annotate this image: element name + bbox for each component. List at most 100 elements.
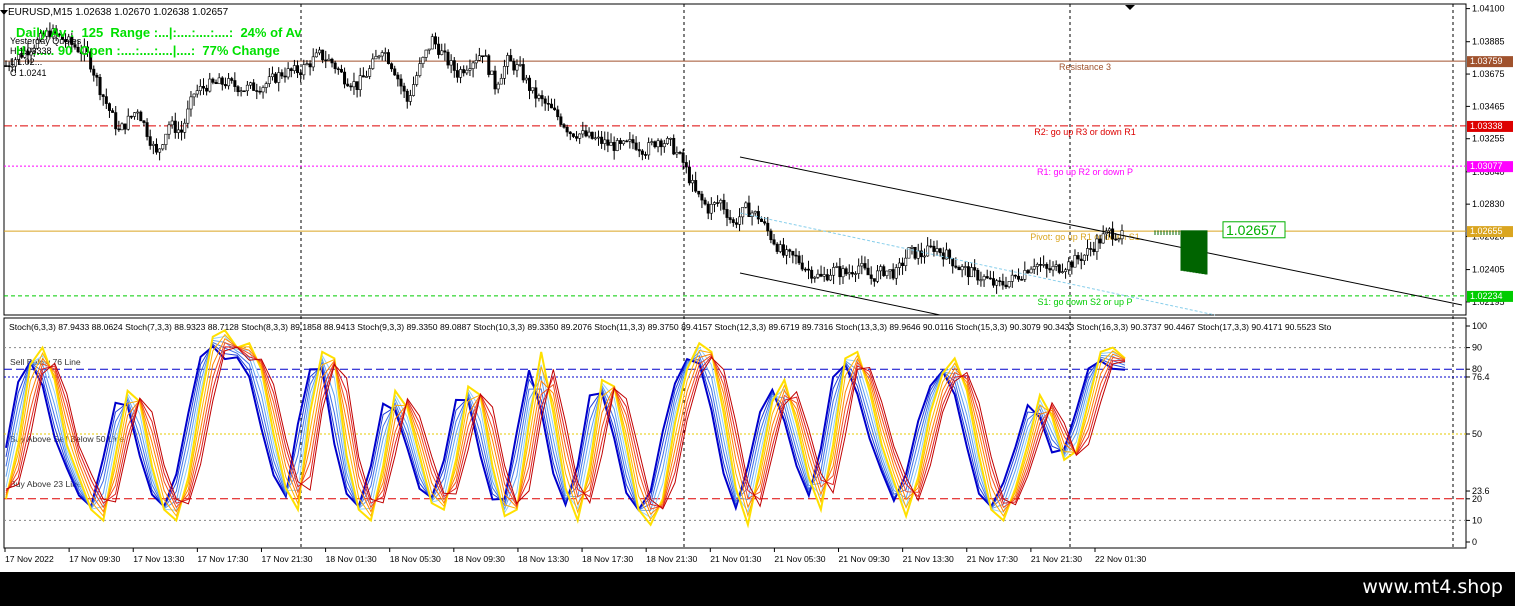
candle-body <box>521 64 525 81</box>
candle-body <box>433 36 437 45</box>
price-tick-label: 1.03465 <box>1472 101 1505 111</box>
stoch-tick-label: 90 <box>1472 343 1482 353</box>
time-tick-label: 22 Nov 01:30 <box>1095 554 1146 564</box>
candle-body <box>882 266 886 276</box>
candle-body <box>838 266 842 278</box>
candle-body <box>399 78 403 87</box>
time-tick-label: 18 Nov 09:30 <box>454 554 505 564</box>
candle-body <box>1060 271 1064 273</box>
candle-body <box>888 269 892 272</box>
candle-body <box>1089 248 1093 250</box>
candle-body <box>252 82 256 91</box>
candle-body <box>756 211 760 220</box>
level-label-s1: S1: go down S2 or up P <box>1037 297 1132 307</box>
candle-body <box>170 120 174 126</box>
candle-body <box>982 276 986 281</box>
candle-body <box>408 95 412 102</box>
candle-body <box>117 128 121 131</box>
candle-body <box>405 90 409 102</box>
candle-body <box>1054 264 1058 267</box>
time-tick-label: 21 Nov 13:30 <box>903 554 954 564</box>
candle-body <box>951 258 955 267</box>
candle-body <box>741 206 745 218</box>
candle-body <box>785 249 789 256</box>
candle-body <box>471 62 475 69</box>
candle-body <box>1114 238 1118 241</box>
candle-body <box>418 63 422 76</box>
candle-body <box>283 75 287 78</box>
candle-body <box>543 98 547 104</box>
candle-body <box>571 133 575 137</box>
candle-body <box>672 137 676 155</box>
candle-body <box>183 122 187 133</box>
candle-body <box>321 49 325 61</box>
candle-body <box>1095 238 1099 252</box>
level-badge-text-r2: 1.03338 <box>1470 121 1503 131</box>
candle-body <box>819 273 823 277</box>
candle-body <box>744 202 748 208</box>
candle-body <box>669 137 673 140</box>
candle-body <box>985 276 989 279</box>
stoch-tick-label: 100 <box>1472 321 1487 331</box>
candle-body <box>245 84 249 92</box>
time-tick-label: 18 Nov 05:30 <box>390 554 441 564</box>
candle-body <box>1079 258 1083 261</box>
candle-body <box>468 68 472 71</box>
candle-body <box>506 55 510 67</box>
candle-body <box>966 266 970 278</box>
candle-body <box>957 267 961 271</box>
candle-body <box>380 52 384 57</box>
candle-body <box>512 60 516 71</box>
candle-body <box>634 142 638 150</box>
candle-body <box>847 272 851 275</box>
candle-body <box>600 136 604 144</box>
candle-body <box>979 279 983 282</box>
candle-body <box>1107 228 1111 232</box>
candle-body <box>1026 270 1030 274</box>
candle-body <box>691 180 695 184</box>
candle-body <box>991 278 995 286</box>
candle-body <box>584 130 588 137</box>
candle-body <box>960 266 964 271</box>
candle-body <box>1038 264 1042 266</box>
time-tick-label: 21 Nov 09:30 <box>839 554 890 564</box>
candle-body <box>797 255 801 264</box>
candle-body <box>800 262 804 270</box>
candle-body <box>822 274 826 277</box>
candle-body <box>963 266 967 268</box>
candle-body <box>477 55 481 61</box>
price-tick-label: 1.03255 <box>1472 134 1505 144</box>
candle-body <box>938 248 942 254</box>
time-tick-label: 17 Nov 21:30 <box>261 554 312 564</box>
candle-body <box>386 52 390 65</box>
candle-body <box>681 152 685 163</box>
candle-body <box>854 273 858 275</box>
candle-body <box>901 262 905 267</box>
candle-body <box>374 56 378 60</box>
collapse-triangle-icon[interactable] <box>0 10 8 15</box>
candle-body <box>355 81 359 90</box>
candle-body <box>480 55 484 57</box>
candle-body <box>650 141 654 143</box>
stoch-tick-label: 0 <box>1472 537 1477 547</box>
candle-body <box>568 131 572 135</box>
candle-body <box>647 142 651 156</box>
candle-body <box>549 103 553 109</box>
candle-body <box>145 122 149 137</box>
candle-body <box>675 152 679 155</box>
candle-body <box>270 73 274 78</box>
candle-body <box>142 120 146 123</box>
candle-body <box>810 269 814 279</box>
candle-body <box>205 87 209 92</box>
price-tick-label: 1.03885 <box>1472 37 1505 47</box>
candle-body <box>154 143 158 153</box>
candle-body <box>910 246 914 249</box>
candle-body <box>781 244 785 256</box>
candle-body <box>114 112 118 130</box>
candle-body <box>759 218 763 222</box>
candle-body <box>872 278 876 282</box>
candle-body <box>1007 281 1011 288</box>
candle-body <box>120 123 124 131</box>
candle-body <box>427 48 431 51</box>
channel-mid-line <box>739 212 1216 316</box>
